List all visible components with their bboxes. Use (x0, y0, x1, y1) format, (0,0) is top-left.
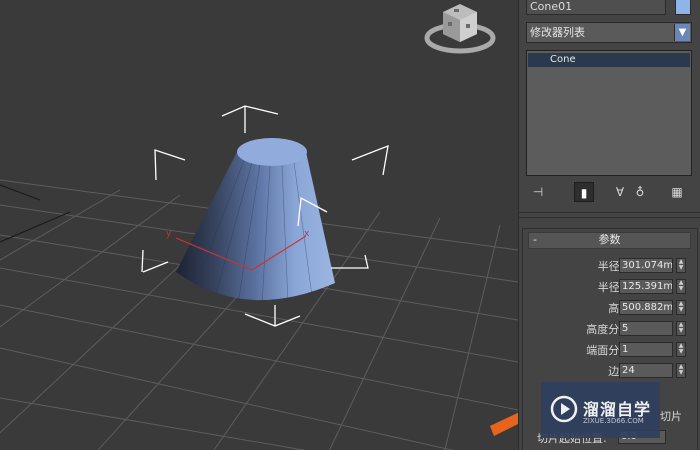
height-spinner[interactable]: ▲ ▼ (676, 300, 686, 315)
watermark-overlay: 溜溜自学 ZIXUE.3D66.COM (541, 382, 660, 438)
cap-segments-field[interactable]: 1 (619, 342, 673, 357)
modifier-stack: Cone (526, 50, 692, 176)
svg-text:y: y (166, 229, 172, 239)
watermark-subtitle: ZIXUE.3D66.COM (583, 417, 644, 425)
slice-checkbox-label[interactable]: 切片 (660, 408, 682, 424)
cone-object (176, 138, 335, 306)
pointer-arrow-icon (490, 412, 518, 436)
parameters-title: 参数 (598, 233, 621, 246)
svg-text:x: x (304, 229, 310, 239)
collapse-icon[interactable]: - (533, 233, 537, 247)
perspective-viewport[interactable]: y x (0, 0, 518, 450)
viewcube-icon[interactable] (420, 0, 500, 58)
height-segments-row: 高度分段: 5 ▲ ▼ (523, 321, 699, 339)
object-color-swatch[interactable] (675, 0, 691, 15)
cap-segments-spinner[interactable]: ▲ ▼ (676, 342, 686, 357)
remove-modifier-icon[interactable]: ♁ (630, 182, 650, 202)
panel-divider (519, 212, 700, 213)
sides-field[interactable]: 24 (619, 363, 673, 378)
configure-modifier-sets-icon[interactable]: ▦ (667, 182, 687, 202)
3dsmax-window: y x Cone01 修改器列表 ▼ Cone ⊣ ▮ ∀ ♁ ▦ - 参数 半… (0, 0, 700, 450)
sides-row: 边数: 24 ▲▼ (523, 363, 699, 381)
cap-segments-row: 端面分段: 1 ▲ ▼ (523, 342, 699, 360)
modifier-list-dropdown[interactable]: 修改器列表 ▼ (526, 22, 692, 43)
sides-spinner[interactable]: ▲ ▼ (676, 363, 686, 378)
modifier-list-label: 修改器列表 (530, 26, 585, 39)
radius2-spinner[interactable]: ▲ ▼ (676, 279, 686, 294)
stack-item-cone[interactable]: Cone (528, 53, 690, 67)
radius2-field[interactable]: 125.391m (619, 279, 673, 294)
height-row: 高度: 500.882m ▲▼ (523, 300, 699, 318)
make-unique-icon[interactable]: ∀ (610, 182, 630, 202)
radius1-spinner[interactable]: ▲ ▼ (676, 258, 686, 273)
play-logo-icon (550, 395, 578, 423)
panel-divider (519, 217, 700, 218)
height-segments-field[interactable]: 5 (619, 321, 673, 336)
height-segments-spinner[interactable]: ▲ ▼ (676, 321, 686, 336)
stack-toolbar: ⊣ ▮ ∀ ♁ ▦ (526, 182, 692, 204)
radius2-row: 半径 2: 125.391m ▲ ▼ (523, 279, 699, 297)
show-end-result-icon[interactable]: ▮ (574, 182, 594, 202)
radius1-field[interactable]: 301.074m (619, 258, 673, 273)
radius1-row: 半径 1: 301.074m ▲ ▼ (523, 258, 699, 276)
viewport-scene: y x (0, 105, 518, 450)
chevron-down-icon[interactable]: ▼ (674, 24, 690, 41)
parameters-rollout-header[interactable]: - 参数 (528, 232, 691, 249)
pin-stack-icon[interactable]: ⊣ (528, 182, 548, 202)
height-field[interactable]: 500.882m (619, 300, 673, 315)
object-name-field[interactable]: Cone01 (526, 0, 666, 15)
